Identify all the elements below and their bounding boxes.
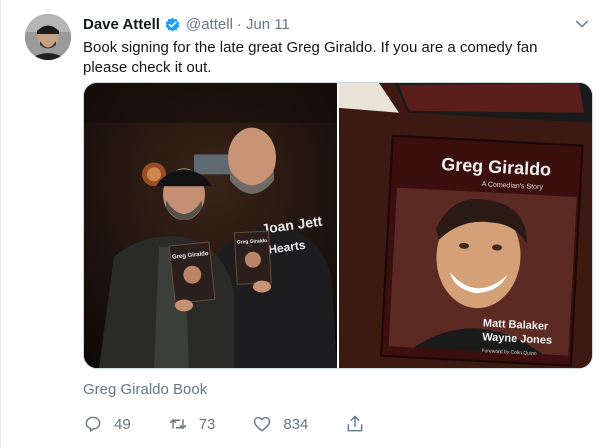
tweet-date[interactable]: Jun 11 — [246, 16, 290, 33]
avatar-image — [25, 14, 71, 60]
reply-count: 49 — [114, 415, 131, 433]
tweet-card[interactable]: Dave Attell @attell · Jun 11 Book signin… — [0, 0, 611, 448]
avatar[interactable] — [25, 14, 71, 60]
photo-book-cover[interactable]: Greg Giraldo A Comedian's Story Matt Bal… — [339, 83, 593, 368]
tweet-text: Book signing for the late great Greg Gir… — [83, 39, 538, 76]
like-button[interactable]: 834 — [252, 414, 308, 434]
tweet-actions: 49 73 834 — [83, 414, 413, 434]
share-icon — [348, 415, 363, 432]
tweet-header: Dave Attell @attell · Jun 11 — [83, 13, 290, 35]
like-count: 834 — [283, 415, 309, 433]
author-name[interactable]: Dave Attell — [83, 16, 160, 33]
reply-icon — [85, 416, 101, 432]
verified-badge-icon — [165, 17, 180, 32]
retweet-button[interactable]: 73 — [168, 414, 216, 434]
author-handle[interactable]: @attell — [186, 16, 233, 33]
retweet-count: 73 — [198, 415, 216, 433]
chevron-down-icon[interactable] — [573, 15, 591, 33]
photo-book-signing[interactable]: Joan Jett Hearts Greg Giraldo Greg Giral… — [84, 83, 337, 368]
heart-icon — [254, 416, 271, 432]
media-caption[interactable]: Greg Giraldo Book — [83, 381, 207, 398]
header-separator: · — [236, 15, 242, 33]
reply-button[interactable]: 49 — [83, 414, 131, 434]
share-button[interactable] — [345, 414, 376, 434]
retweet-icon — [169, 419, 186, 429]
tweet-media[interactable]: Joan Jett Hearts Greg Giraldo Greg Giral… — [83, 82, 593, 369]
